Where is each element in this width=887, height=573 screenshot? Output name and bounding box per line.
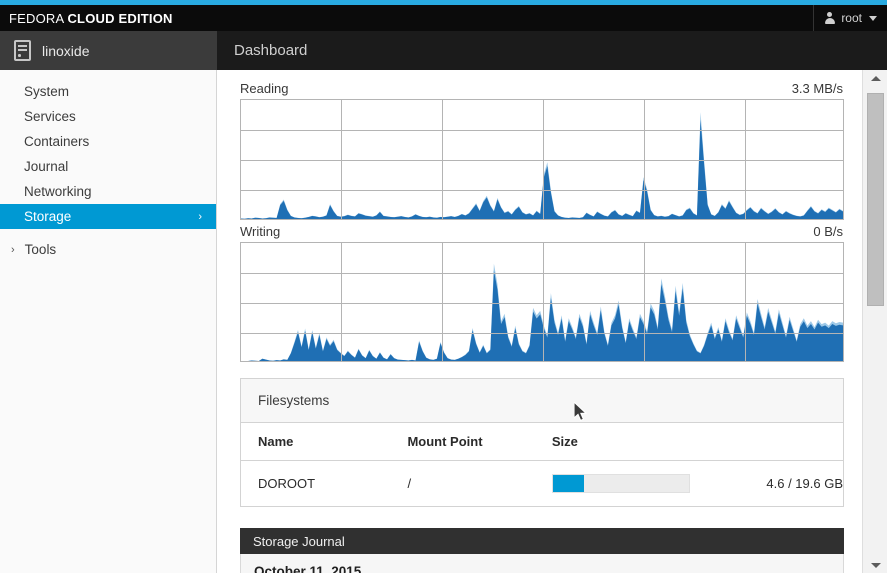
filesystems-table: Name Mount Point Size DOROOT / [241,423,843,506]
sidebar: System Services Containers Journal Netwo… [0,70,217,573]
filesystems-panel-title: Filesystems [241,379,843,423]
sidebar-item-label: Services [24,109,76,124]
vertical-scrollbar[interactable] [862,70,887,573]
scroll-down-button[interactable] [863,557,887,573]
writing-value: 0 B/s [813,224,843,239]
brand-edition: CLOUD EDITION [67,11,172,26]
filesystem-name: DOROOT [241,461,390,507]
sidebar-item-journal[interactable]: Journal [0,154,216,179]
filesystem-usage-text: 4.6 / 19.6 GB [749,461,843,507]
table-header-row: Name Mount Point Size [241,423,843,461]
machine-name: linoxide [42,43,89,59]
reading-chart [240,99,844,220]
person-icon [824,12,835,24]
sidebar-item-label: Storage [24,209,71,224]
sidebar-item-label: Containers [24,134,89,149]
filesystem-size-cell [535,461,750,507]
storage-journal-date: October 11, 2015 [240,554,844,573]
chevron-down-icon [871,563,881,568]
sub-bar: linoxide Dashboard [0,31,887,70]
user-menu-button[interactable]: root [824,11,877,25]
column-header-size: Size [535,423,750,461]
column-header-mount: Mount Point [390,423,534,461]
brand-name: FEDORA [9,11,64,26]
page-title: Dashboard [217,31,307,70]
sidebar-item-containers[interactable]: Containers [0,129,216,154]
usage-progress-bar [552,474,690,493]
writing-chart-series [241,243,843,361]
server-icon [14,40,31,61]
masthead-right: root [813,5,887,31]
sidebar-group-tools[interactable]: › Tools [0,237,216,262]
filesystems-panel: Filesystems Name Mount Point Size DOROOT… [240,378,844,507]
writing-metric-header: Writing 0 B/s [218,220,862,239]
filesystem-mount-point: / [390,461,534,507]
chevron-right-icon: › [198,211,202,223]
scroll-up-button[interactable] [863,70,887,86]
sidebar-item-label: Networking [24,184,92,199]
sidebar-item-networking[interactable]: Networking [0,179,216,204]
sidebar-item-label: Journal [24,159,68,174]
cockpit-window: FEDORA CLOUD EDITION root linoxide Dashb… [0,0,887,573]
sidebar-item-system[interactable]: System [0,79,216,104]
reading-label: Reading [240,81,288,96]
masthead: FEDORA CLOUD EDITION root [0,5,887,31]
chevron-up-icon [871,76,881,81]
column-header-usage [749,423,843,461]
user-menu-label: root [841,11,862,25]
sidebar-group-label: Tools [25,242,57,257]
sidebar-item-label: System [24,84,69,99]
sidebar-divider [0,229,216,237]
writing-chart [240,242,844,362]
chevron-right-icon: › [11,244,15,256]
table-row[interactable]: DOROOT / 4.6 / 19.6 GB [241,461,843,507]
usage-progress-fill [553,475,584,492]
sidebar-item-services[interactable]: Services [0,104,216,129]
storage-journal-header: Storage Journal [240,528,844,554]
chevron-down-icon [869,16,877,21]
writing-label: Writing [240,224,280,239]
machine-selector[interactable]: linoxide [0,31,217,70]
main-content: Reading 3.3 MB/s Writing 0 B/s [218,70,862,573]
product-brand: FEDORA CLOUD EDITION [0,11,173,26]
scrollbar-thumb[interactable] [867,93,884,306]
reading-metric-header: Reading 3.3 MB/s [218,70,862,96]
sidebar-item-storage[interactable]: Storage › [0,204,216,229]
reading-value: 3.3 MB/s [792,81,843,96]
column-header-name: Name [241,423,390,461]
